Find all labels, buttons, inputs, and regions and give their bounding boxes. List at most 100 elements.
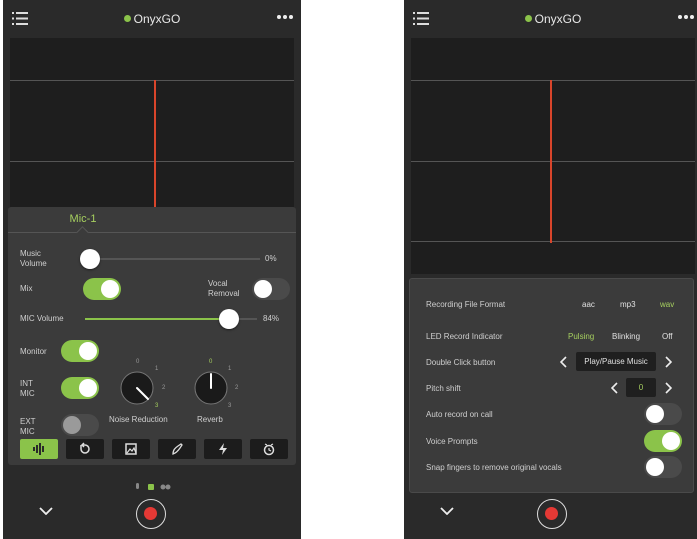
toggle-knob <box>646 405 664 423</box>
dial-tick-label: 3 <box>228 403 232 409</box>
format-option-mp3[interactable]: mp3 <box>620 300 636 309</box>
grid-line <box>411 241 695 242</box>
ext-mic-toggle[interactable] <box>61 414 99 436</box>
dial-tick-label: 3 <box>155 403 159 409</box>
toggle-knob <box>101 280 119 298</box>
record-icon <box>144 507 157 520</box>
music-volume-thumb[interactable] <box>80 249 100 269</box>
left-screen: OnyxGO Mic-1 Music Volume 0% Mix Vocal R… <box>3 0 301 539</box>
more-options-icon[interactable] <box>277 14 293 20</box>
int-mic-toggle[interactable] <box>61 377 99 399</box>
double-click-label: Double Click button <box>426 358 496 367</box>
pitch-shift-value: 0 <box>626 378 656 397</box>
mixer-panel: Mic-1 Music Volume 0% Mix Vocal Removal … <box>8 207 296 465</box>
mic-volume-label: MIC Volume <box>20 314 64 323</box>
top-bar: OnyxGO <box>3 0 301 40</box>
noise-reduction-label: Noise Reduction <box>109 415 168 424</box>
playhead-cursor[interactable] <box>550 80 552 243</box>
voice-prompts-toggle[interactable] <box>644 430 682 452</box>
record-button[interactable] <box>136 499 166 529</box>
effect-button-brush[interactable] <box>158 439 196 459</box>
mix-label: Mix <box>20 284 33 293</box>
playhead-cursor[interactable] <box>154 80 156 218</box>
format-option-aac[interactable]: aac <box>582 300 595 309</box>
dial-tick-label: 1 <box>228 366 232 372</box>
snap-fingers-label: Snap fingers to remove original vocals <box>426 463 562 472</box>
effect-button-loop[interactable] <box>66 439 104 459</box>
connection-status-dot <box>123 15 131 22</box>
format-option-wav[interactable]: wav <box>660 300 674 309</box>
led-option-off[interactable]: Off <box>662 332 673 341</box>
app-title-text: OnyxGO <box>133 12 181 26</box>
connection-status-dot <box>524 15 532 22</box>
waveform-view[interactable] <box>411 38 695 274</box>
chevron-down-icon[interactable] <box>440 507 454 515</box>
toggle-knob <box>662 432 680 450</box>
record-button[interactable] <box>537 499 567 529</box>
toggle-knob <box>79 379 97 397</box>
snap-fingers-toggle[interactable] <box>644 456 682 478</box>
more-options-icon[interactable] <box>678 14 694 20</box>
mix-toggle[interactable] <box>83 278 121 300</box>
chevron-right-icon[interactable] <box>664 382 672 394</box>
chevron-right-icon[interactable] <box>664 356 672 368</box>
toggle-knob <box>254 280 272 298</box>
app-title-text: OnyxGO <box>534 12 582 26</box>
led-indicator-label: LED Record Indicator <box>426 332 503 341</box>
toggle-knob <box>63 416 81 434</box>
tab-divider <box>8 232 296 233</box>
app-title: OnyxGO <box>3 12 301 26</box>
int-mic-label: INT MIC <box>20 379 35 398</box>
settings-panel: Recording File Format aac mp3 wav LED Re… <box>409 278 694 493</box>
dial-tick-label: 2 <box>162 385 166 391</box>
dial-tick-label: 0 <box>209 359 213 365</box>
bottom-bar <box>3 489 301 539</box>
dial-tick-label: 1 <box>155 366 159 372</box>
led-option-blinking[interactable]: Blinking <box>612 332 640 341</box>
double-click-value: Play/Pause Music <box>576 352 656 371</box>
auto-record-toggle[interactable] <box>644 403 682 425</box>
effect-button-photo[interactable] <box>112 439 150 459</box>
loop-icon <box>80 442 90 454</box>
mic-volume-fill <box>85 318 230 320</box>
grid-line <box>10 80 294 81</box>
pitch-shift-label: Pitch shift <box>426 384 461 393</box>
mic-levels-icon <box>33 443 44 455</box>
vocal-removal-toggle[interactable] <box>252 278 290 300</box>
effect-button-mic-levels[interactable] <box>20 439 58 459</box>
clock-icon <box>263 443 275 456</box>
photo-icon <box>125 443 137 455</box>
chevron-left-icon[interactable] <box>560 356 568 368</box>
noise-reduction-dial[interactable] <box>120 371 154 405</box>
vocal-removal-label: Vocal Removal <box>208 279 240 298</box>
monitor-toggle[interactable] <box>61 340 99 362</box>
chevron-left-icon[interactable] <box>611 382 619 394</box>
voice-prompts-label: Voice Prompts <box>426 437 478 446</box>
app-title: OnyxGO <box>404 12 697 26</box>
toggle-knob <box>79 342 97 360</box>
chevron-down-icon[interactable] <box>39 507 53 515</box>
auto-record-label: Auto record on call <box>426 410 493 419</box>
effect-button-clock[interactable] <box>250 439 288 459</box>
mic-volume-thumb[interactable] <box>219 309 240 329</box>
grid-line <box>411 161 695 162</box>
mic-volume-value: 84% <box>263 314 280 323</box>
bottom-bar <box>404 489 697 539</box>
reverb-label: Reverb <box>197 415 223 424</box>
reverb-dial[interactable] <box>194 371 228 405</box>
toggle-knob <box>646 458 664 476</box>
dial-tick-label: 2 <box>235 385 239 391</box>
right-screen: OnyxGO Recording File Format aac mp3 wav… <box>404 0 697 539</box>
grid-line <box>411 80 695 81</box>
monitor-label: Monitor <box>20 347 47 356</box>
led-option-pulsing[interactable]: Pulsing <box>568 332 594 341</box>
ext-mic-label: EXT MIC <box>20 417 36 436</box>
dial-tick-label: 0 <box>136 359 140 365</box>
brush-icon <box>172 443 183 455</box>
effects-toolbar <box>20 439 288 459</box>
top-bar: OnyxGO <box>404 0 697 40</box>
waveform-view[interactable] <box>10 38 294 218</box>
recording-format-label: Recording File Format <box>426 300 506 309</box>
music-volume-slider[interactable] <box>90 258 260 260</box>
effect-button-bolt[interactable] <box>204 439 242 459</box>
